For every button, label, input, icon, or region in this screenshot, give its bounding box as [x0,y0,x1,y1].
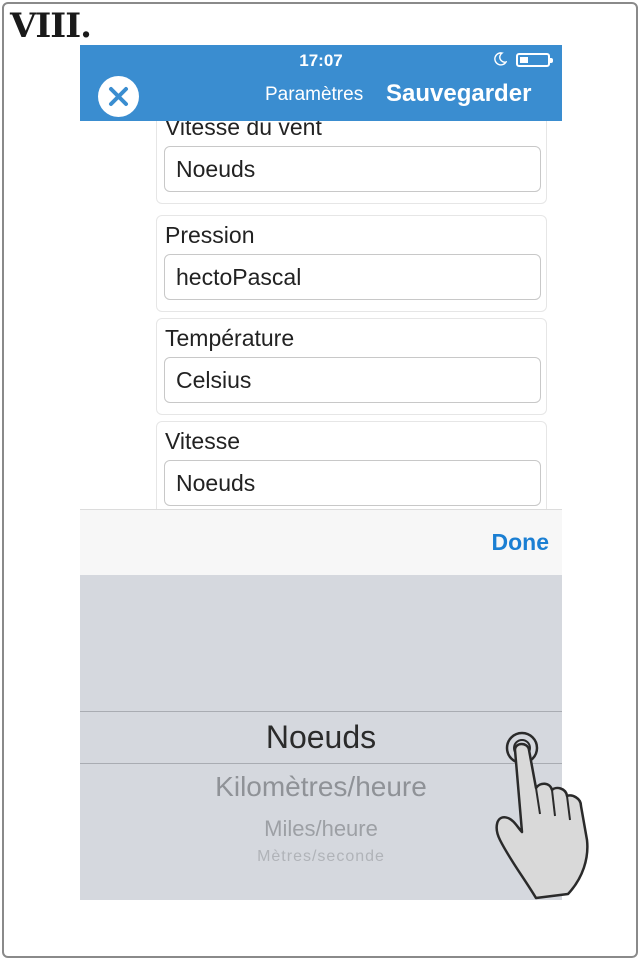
step-label: VIII. [10,6,92,46]
speed-field[interactable]: Noeuds [164,460,541,506]
save-button[interactable]: Sauvegarder [386,80,531,108]
picker-selection-top-line [80,711,562,712]
close-icon [109,87,128,106]
picker-toolbar: Done [80,509,562,575]
setting-label: Vitesse [165,428,241,454]
done-button[interactable]: Done [492,529,550,556]
setting-card-pressure: Pression hectoPascal [156,215,547,312]
wind-speed-field[interactable]: Noeuds [164,146,541,192]
navigation-bar: 17:07 Paramètres Sauvegarder [80,45,562,121]
moon-icon [494,52,507,66]
setting-card-speed: Vitesse Noeuds [156,421,547,509]
status-time: 17:07 [299,51,343,70]
temperature-field[interactable]: Celsius [164,357,541,403]
setting-label: Vitesse du vent [165,121,322,140]
battery-icon [516,53,553,67]
setting-card-wind-speed: Vitesse du vent Noeuds [156,121,547,204]
setting-label: Température [165,325,295,351]
nav-title-parametres: Paramètres [265,84,364,105]
close-button[interactable] [98,76,139,117]
setting-label: Pression [165,222,255,248]
pointing-hand-icon [495,731,589,900]
pressure-field[interactable]: hectoPascal [164,254,541,300]
settings-list: Vitesse du vent Noeuds Pression hectoPas… [80,121,562,509]
setting-card-temperature: Température Celsius [156,318,547,415]
